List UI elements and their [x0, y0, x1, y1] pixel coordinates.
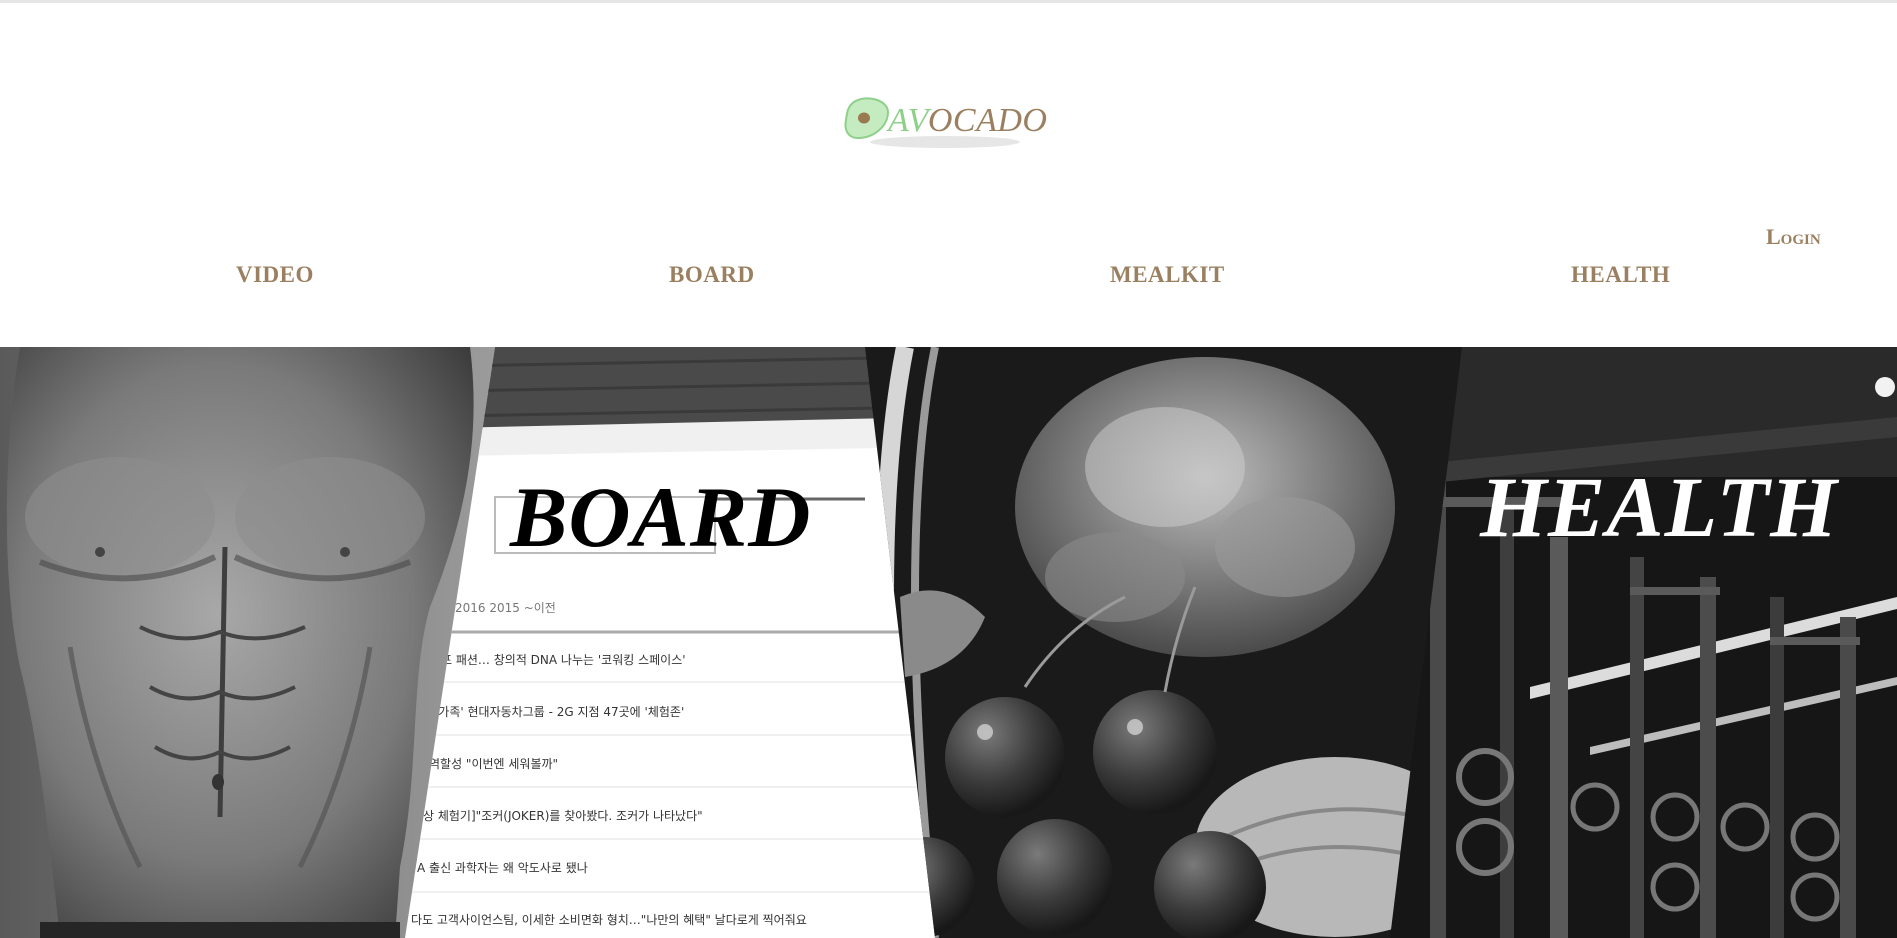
logo-wordmark-ocado: OCADO	[927, 102, 1048, 139]
avocado-logo[interactable]: AVOCADO	[840, 92, 1050, 152]
gym-photo	[1390, 347, 1897, 938]
logo-wordmark-av: AV	[888, 102, 928, 139]
hero-panels: BOARD 2016 2015 ~이전 프 패션… 창의적 DNA 나누는 '코…	[0, 347, 1897, 938]
board-panel-title: BOARD	[510, 469, 812, 565]
login-link[interactable]: Login	[1766, 224, 1821, 250]
health-panel[interactable]: HEALTH	[1390, 347, 1897, 938]
health-panel-title: HEALTH	[1480, 459, 1839, 555]
board-row: 역할성 "이번엔 세워볼까"	[429, 757, 559, 771]
board-panel[interactable]: BOARD 2016 2015 ~이전 프 패션… 창의적 DNA 나누는 '코…	[405, 347, 935, 938]
board-row: A 출신 과학자는 왜 악도사로 됐나	[417, 861, 588, 875]
board-row: 다도 고객사이언스팀, 이세한 소비면화 형치…"나만의 혜택" 날다로게 찍어…	[411, 913, 807, 927]
board-year-tabs: 2016 2015 ~이전	[455, 601, 556, 615]
top-divider	[0, 0, 1897, 3]
nav-mealkit[interactable]: MEALKIT	[1110, 262, 1225, 288]
nav-board[interactable]: BOARD	[669, 262, 755, 288]
board-row: '가족' 현대자동차그룹 - 2G 지점 47곳에 '체험존'	[435, 705, 685, 719]
board-paper-background	[405, 347, 935, 938]
board-row: 프 패션… 창의적 DNA 나누는 '코워킹 스페이스'	[441, 653, 686, 667]
mealkit-panel[interactable]	[865, 347, 1465, 938]
board-row: 상 체험기]"조커(JOKER)를 찾아봤다. 조커가 나타났다"	[423, 809, 703, 823]
vegetables-photo	[865, 347, 1465, 938]
avocado-icon	[844, 97, 890, 140]
nav-health[interactable]: HEALTH	[1571, 262, 1670, 288]
nav-video[interactable]: VIDEO	[236, 262, 314, 288]
logo-wordmark: AVOCADO	[888, 102, 1047, 140]
